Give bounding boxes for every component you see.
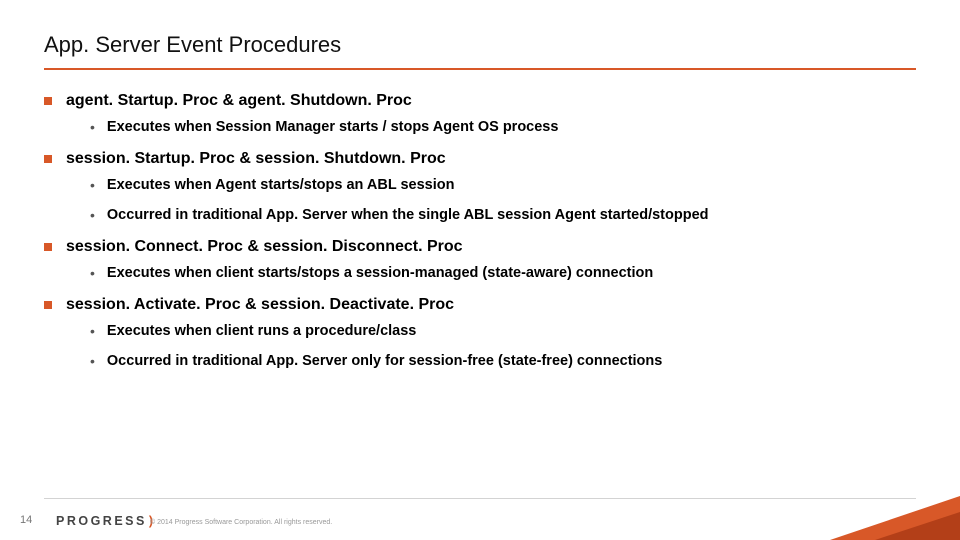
section-heading: agent. Startup. Proc & agent. Shutdown. …: [66, 92, 412, 110]
title-underline: [44, 68, 916, 70]
brand-logo: PROGRESS): [56, 514, 151, 528]
section-heading: session. Activate. Proc & session. Deact…: [66, 296, 454, 314]
dot-bullet-icon: •: [90, 322, 95, 340]
section-heading-row: agent. Startup. Proc & agent. Shutdown. …: [44, 92, 916, 110]
dot-bullet-icon: •: [90, 118, 95, 136]
footer: 14 PROGRESS) © 2014 Progress Software Co…: [0, 498, 960, 540]
sub-bullet-row: • Executes when client starts/stops a se…: [90, 264, 916, 282]
section-heading: session. Connect. Proc & session. Discon…: [66, 238, 463, 256]
sub-bullet-text: Executes when client runs a procedure/cl…: [107, 322, 416, 340]
section-heading: session. Startup. Proc & session. Shutdo…: [66, 150, 446, 168]
dot-bullet-icon: •: [90, 352, 95, 370]
brand-text: PROGRESS: [56, 514, 147, 528]
dot-bullet-icon: •: [90, 176, 95, 194]
dot-bullet-icon: •: [90, 264, 95, 282]
section-heading-row: session. Connect. Proc & session. Discon…: [44, 238, 916, 256]
sub-bullet-text: Occurred in traditional App. Server when…: [107, 206, 709, 224]
square-bullet-icon: [44, 301, 52, 309]
sub-bullet-text: Executes when client starts/stops a sess…: [107, 264, 653, 282]
square-bullet-icon: [44, 243, 52, 251]
section-1: agent. Startup. Proc & agent. Shutdown. …: [44, 92, 916, 136]
section-2: session. Startup. Proc & session. Shutdo…: [44, 150, 916, 224]
slide: App. Server Event Procedures agent. Star…: [0, 0, 960, 540]
copyright-text: © 2014 Progress Software Corporation. Al…: [150, 519, 332, 526]
sub-bullet-text: Executes when Agent starts/stops an ABL …: [107, 176, 455, 194]
sub-bullet-row: • Executes when client runs a procedure/…: [90, 322, 916, 340]
square-bullet-icon: [44, 155, 52, 163]
slide-title: App. Server Event Procedures: [44, 32, 916, 68]
sub-bullet-text: Executes when Session Manager starts / s…: [107, 118, 559, 136]
content-area: App. Server Event Procedures agent. Star…: [0, 0, 960, 370]
sub-bullet-row: • Executes when Session Manager starts /…: [90, 118, 916, 136]
sub-bullet-row: • Occurred in traditional App. Server on…: [90, 352, 916, 370]
section-4: session. Activate. Proc & session. Deact…: [44, 296, 916, 370]
dot-bullet-icon: •: [90, 206, 95, 224]
sub-bullet-row: • Executes when Agent starts/stops an AB…: [90, 176, 916, 194]
footer-divider: [44, 498, 916, 499]
page-number: 14: [20, 514, 32, 526]
sub-bullet-row: • Occurred in traditional App. Server wh…: [90, 206, 916, 224]
corner-wedge-dark-icon: [875, 512, 960, 540]
section-heading-row: session. Activate. Proc & session. Deact…: [44, 296, 916, 314]
square-bullet-icon: [44, 97, 52, 105]
section-heading-row: session. Startup. Proc & session. Shutdo…: [44, 150, 916, 168]
sub-bullet-text: Occurred in traditional App. Server only…: [107, 352, 662, 370]
section-3: session. Connect. Proc & session. Discon…: [44, 238, 916, 282]
